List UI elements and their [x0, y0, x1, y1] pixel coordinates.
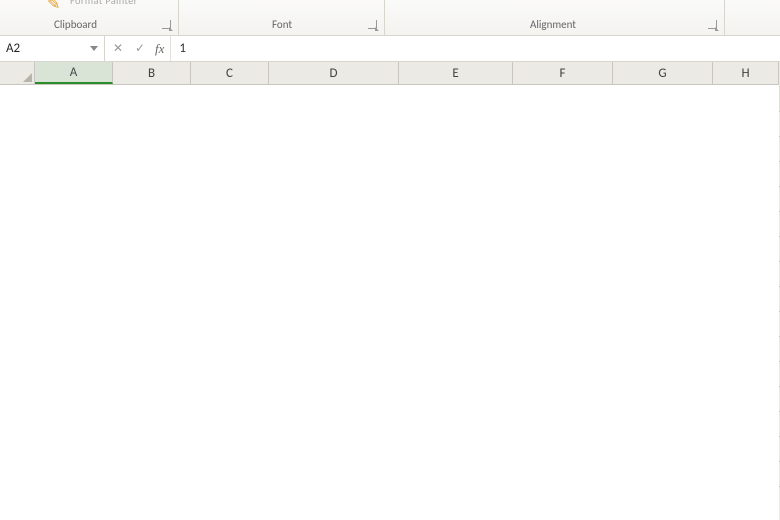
format-painter-label[interactable]: Format Painter [70, 0, 138, 7]
ribbon-group-alignment: Alignment [530, 18, 576, 31]
cancel-formula-icon[interactable]: ✕ [109, 40, 127, 58]
fx-icon[interactable]: fx [153, 41, 166, 57]
column-header-c[interactable]: C [191, 62, 269, 84]
ribbon-group-font: Font [272, 18, 292, 31]
formula-bar-controls: ✕ ✓ fx [105, 36, 171, 61]
select-all-corner[interactable] [0, 62, 35, 85]
clipboard-dialog-launcher-icon[interactable] [162, 20, 171, 29]
column-header-f[interactable]: F [513, 62, 613, 84]
formula-bar-input[interactable]: 1 [171, 36, 780, 61]
format-painter-icon[interactable]: ✎ [47, 0, 60, 14]
column-header-d[interactable]: D [269, 62, 399, 84]
accept-formula-icon[interactable]: ✓ [131, 40, 149, 58]
spreadsheet-grid[interactable]: ABCDEFGH1234567891011121314151617STTMã S… [0, 62, 780, 520]
font-dialog-launcher-icon[interactable] [368, 20, 377, 29]
formula-bar-value: 1 [179, 41, 186, 56]
name-box[interactable]: A2 [0, 36, 105, 61]
chevron-down-icon[interactable] [90, 46, 98, 51]
column-header-h[interactable]: H [713, 62, 779, 84]
column-header-g[interactable]: G [613, 62, 713, 84]
column-header-b[interactable]: B [113, 62, 191, 84]
name-box-value: A2 [6, 41, 20, 56]
alignment-dialog-launcher-icon[interactable] [708, 20, 717, 29]
formula-bar-row: A2 ✕ ✓ fx 1 [0, 36, 780, 62]
ribbon: ✎ Format Painter Clipboard Font Alignmen… [0, 0, 780, 36]
column-header-a[interactable]: A [35, 62, 113, 84]
column-header-e[interactable]: E [399, 62, 513, 84]
ribbon-group-clipboard: Clipboard [54, 18, 97, 31]
